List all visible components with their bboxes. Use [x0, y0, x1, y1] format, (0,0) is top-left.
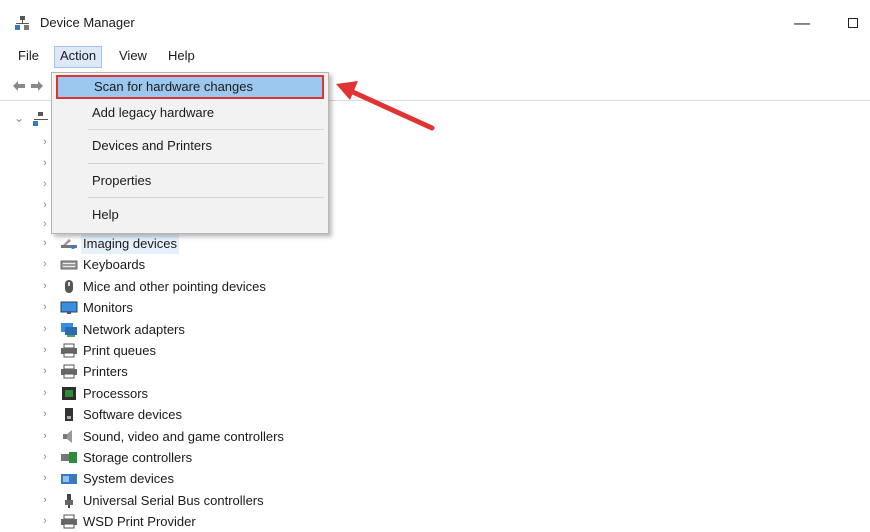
- expand-icon[interactable]: ›: [40, 319, 50, 340]
- tree-category-label: Software devices: [83, 407, 182, 423]
- menu-file[interactable]: File: [13, 46, 44, 66]
- keyboard-icon: [60, 260, 78, 270]
- expand-icon[interactable]: ›: [40, 426, 50, 447]
- expand-icon[interactable]: ›: [40, 383, 50, 404]
- menu-item-label: Help: [92, 207, 119, 222]
- maximize-button[interactable]: [842, 12, 866, 36]
- tree-category-row[interactable]: › Print queues: [0, 340, 330, 361]
- tree-category-label: Printers: [83, 364, 128, 380]
- window-title: Device Manager: [40, 15, 135, 30]
- processor-icon: [62, 386, 76, 400]
- monitor-icon: [60, 301, 78, 315]
- expand-icon[interactable]: ›: [40, 254, 50, 275]
- expand-icon[interactable]: ›: [40, 199, 50, 211]
- tree-category-row[interactable]: › Storage controllers: [0, 447, 330, 468]
- menu-item-help[interactable]: Help: [56, 203, 324, 227]
- expand-icon[interactable]: ›: [40, 468, 50, 489]
- tree-category-label: Sound, video and game controllers: [83, 428, 284, 444]
- tree-category-label: Processors: [83, 385, 149, 401]
- tree-category-label: Keyboards: [83, 257, 146, 273]
- menu-separator: [88, 129, 324, 130]
- collapse-icon[interactable]: ⌄: [14, 108, 24, 129]
- menu-action[interactable]: Action: [54, 46, 103, 68]
- tree-category-row[interactable]: › Sound, video and game controllers: [0, 426, 330, 447]
- expand-icon[interactable]: ›: [40, 297, 50, 318]
- tree-category-label: Universal Serial Bus controllers: [83, 492, 264, 508]
- tree-category-label: System devices: [83, 471, 175, 487]
- tree-category-row[interactable]: › WSD Print Provider: [0, 511, 330, 532]
- expand-icon[interactable]: ›: [40, 218, 50, 230]
- tree-category-row[interactable]: › Monitors: [0, 297, 330, 318]
- expand-icon[interactable]: ›: [40, 490, 50, 511]
- menu-item-label: Properties: [92, 173, 152, 188]
- annotation-arrow-icon: [336, 81, 435, 131]
- menu-item-devices-and-printers[interactable]: Devices and Printers: [56, 134, 324, 158]
- usb-icon: [65, 493, 73, 508]
- menu-item-scan-hardware[interactable]: Scan for hardware changes: [56, 75, 324, 99]
- title-bar: Device Manager —: [0, 0, 870, 44]
- tree-category-label: Network adapters: [83, 321, 185, 337]
- computer-icon: [33, 112, 48, 126]
- expand-icon[interactable]: ›: [40, 178, 50, 190]
- menu-separator: [88, 197, 324, 198]
- minimize-icon: —: [794, 15, 810, 32]
- menu-separator: [88, 163, 324, 164]
- system-device-icon: [61, 474, 77, 485]
- back-arrow-icon[interactable]: [12, 79, 26, 93]
- expand-icon[interactable]: ›: [40, 276, 50, 297]
- printer-icon: [61, 343, 77, 358]
- mouse-icon: [65, 279, 73, 293]
- minimize-button[interactable]: —: [790, 12, 814, 36]
- menu-item-add-legacy-hardware[interactable]: Add legacy hardware: [56, 101, 324, 125]
- tree-category-label: Mice and other pointing devices: [83, 278, 266, 294]
- storage-controller-icon: [61, 452, 77, 463]
- menu-help[interactable]: Help: [163, 46, 200, 66]
- menu-item-label: Devices and Printers: [92, 138, 212, 153]
- menu-bar: File Action View Help: [0, 44, 870, 68]
- tree-category-row[interactable]: › Keyboards: [0, 254, 330, 275]
- tree-category-row[interactable]: › Software devices: [0, 404, 330, 425]
- menu-view[interactable]: View: [114, 46, 152, 66]
- expand-icon[interactable]: ›: [40, 136, 50, 148]
- expand-icon[interactable]: ›: [40, 361, 50, 382]
- network-adapter-icon: [61, 322, 77, 337]
- expand-icon[interactable]: ›: [40, 157, 50, 169]
- tree-category-row[interactable]: › Imaging devices: [0, 233, 330, 254]
- maximize-icon: [848, 18, 858, 28]
- forward-arrow-icon[interactable]: [30, 79, 44, 93]
- menu-item-properties[interactable]: Properties: [56, 169, 324, 193]
- tree-category-row[interactable]: › Network adapters: [0, 319, 330, 340]
- tree-category-label: Monitors: [83, 300, 133, 316]
- printer-icon: [61, 364, 77, 379]
- expand-icon[interactable]: ›: [40, 404, 50, 425]
- tree-category-label: WSD Print Provider: [83, 514, 196, 530]
- tree-category-row[interactable]: › Universal Serial Bus controllers: [0, 490, 330, 511]
- speaker-icon: [63, 429, 72, 443]
- software-device-icon: [65, 408, 73, 422]
- tree-category-row[interactable]: › Processors: [0, 383, 330, 404]
- expand-icon[interactable]: ›: [40, 447, 50, 468]
- tree-category-label: Storage controllers: [83, 450, 193, 465]
- expand-icon[interactable]: ›: [40, 340, 50, 361]
- expand-icon[interactable]: ›: [40, 511, 50, 532]
- menu-item-label: Add legacy hardware: [92, 105, 215, 120]
- tree-category-row[interactable]: › Printers: [0, 361, 330, 382]
- device-manager-icon: [15, 16, 29, 30]
- expand-icon[interactable]: ›: [40, 233, 50, 254]
- printer-icon: [61, 514, 77, 529]
- tree-category-row[interactable]: › System devices: [0, 468, 330, 489]
- menu-item-label: Scan for hardware changes: [94, 79, 253, 94]
- tree-category-label: Print queues: [83, 343, 156, 358]
- tree-category-row[interactable]: › Mice and other pointing devices: [0, 276, 330, 297]
- imaging-devices-icon: [61, 239, 77, 249]
- tree-category-label: Imaging devices: [81, 233, 179, 254]
- action-dropdown-menu: Scan for hardware changes Add legacy har…: [51, 72, 329, 234]
